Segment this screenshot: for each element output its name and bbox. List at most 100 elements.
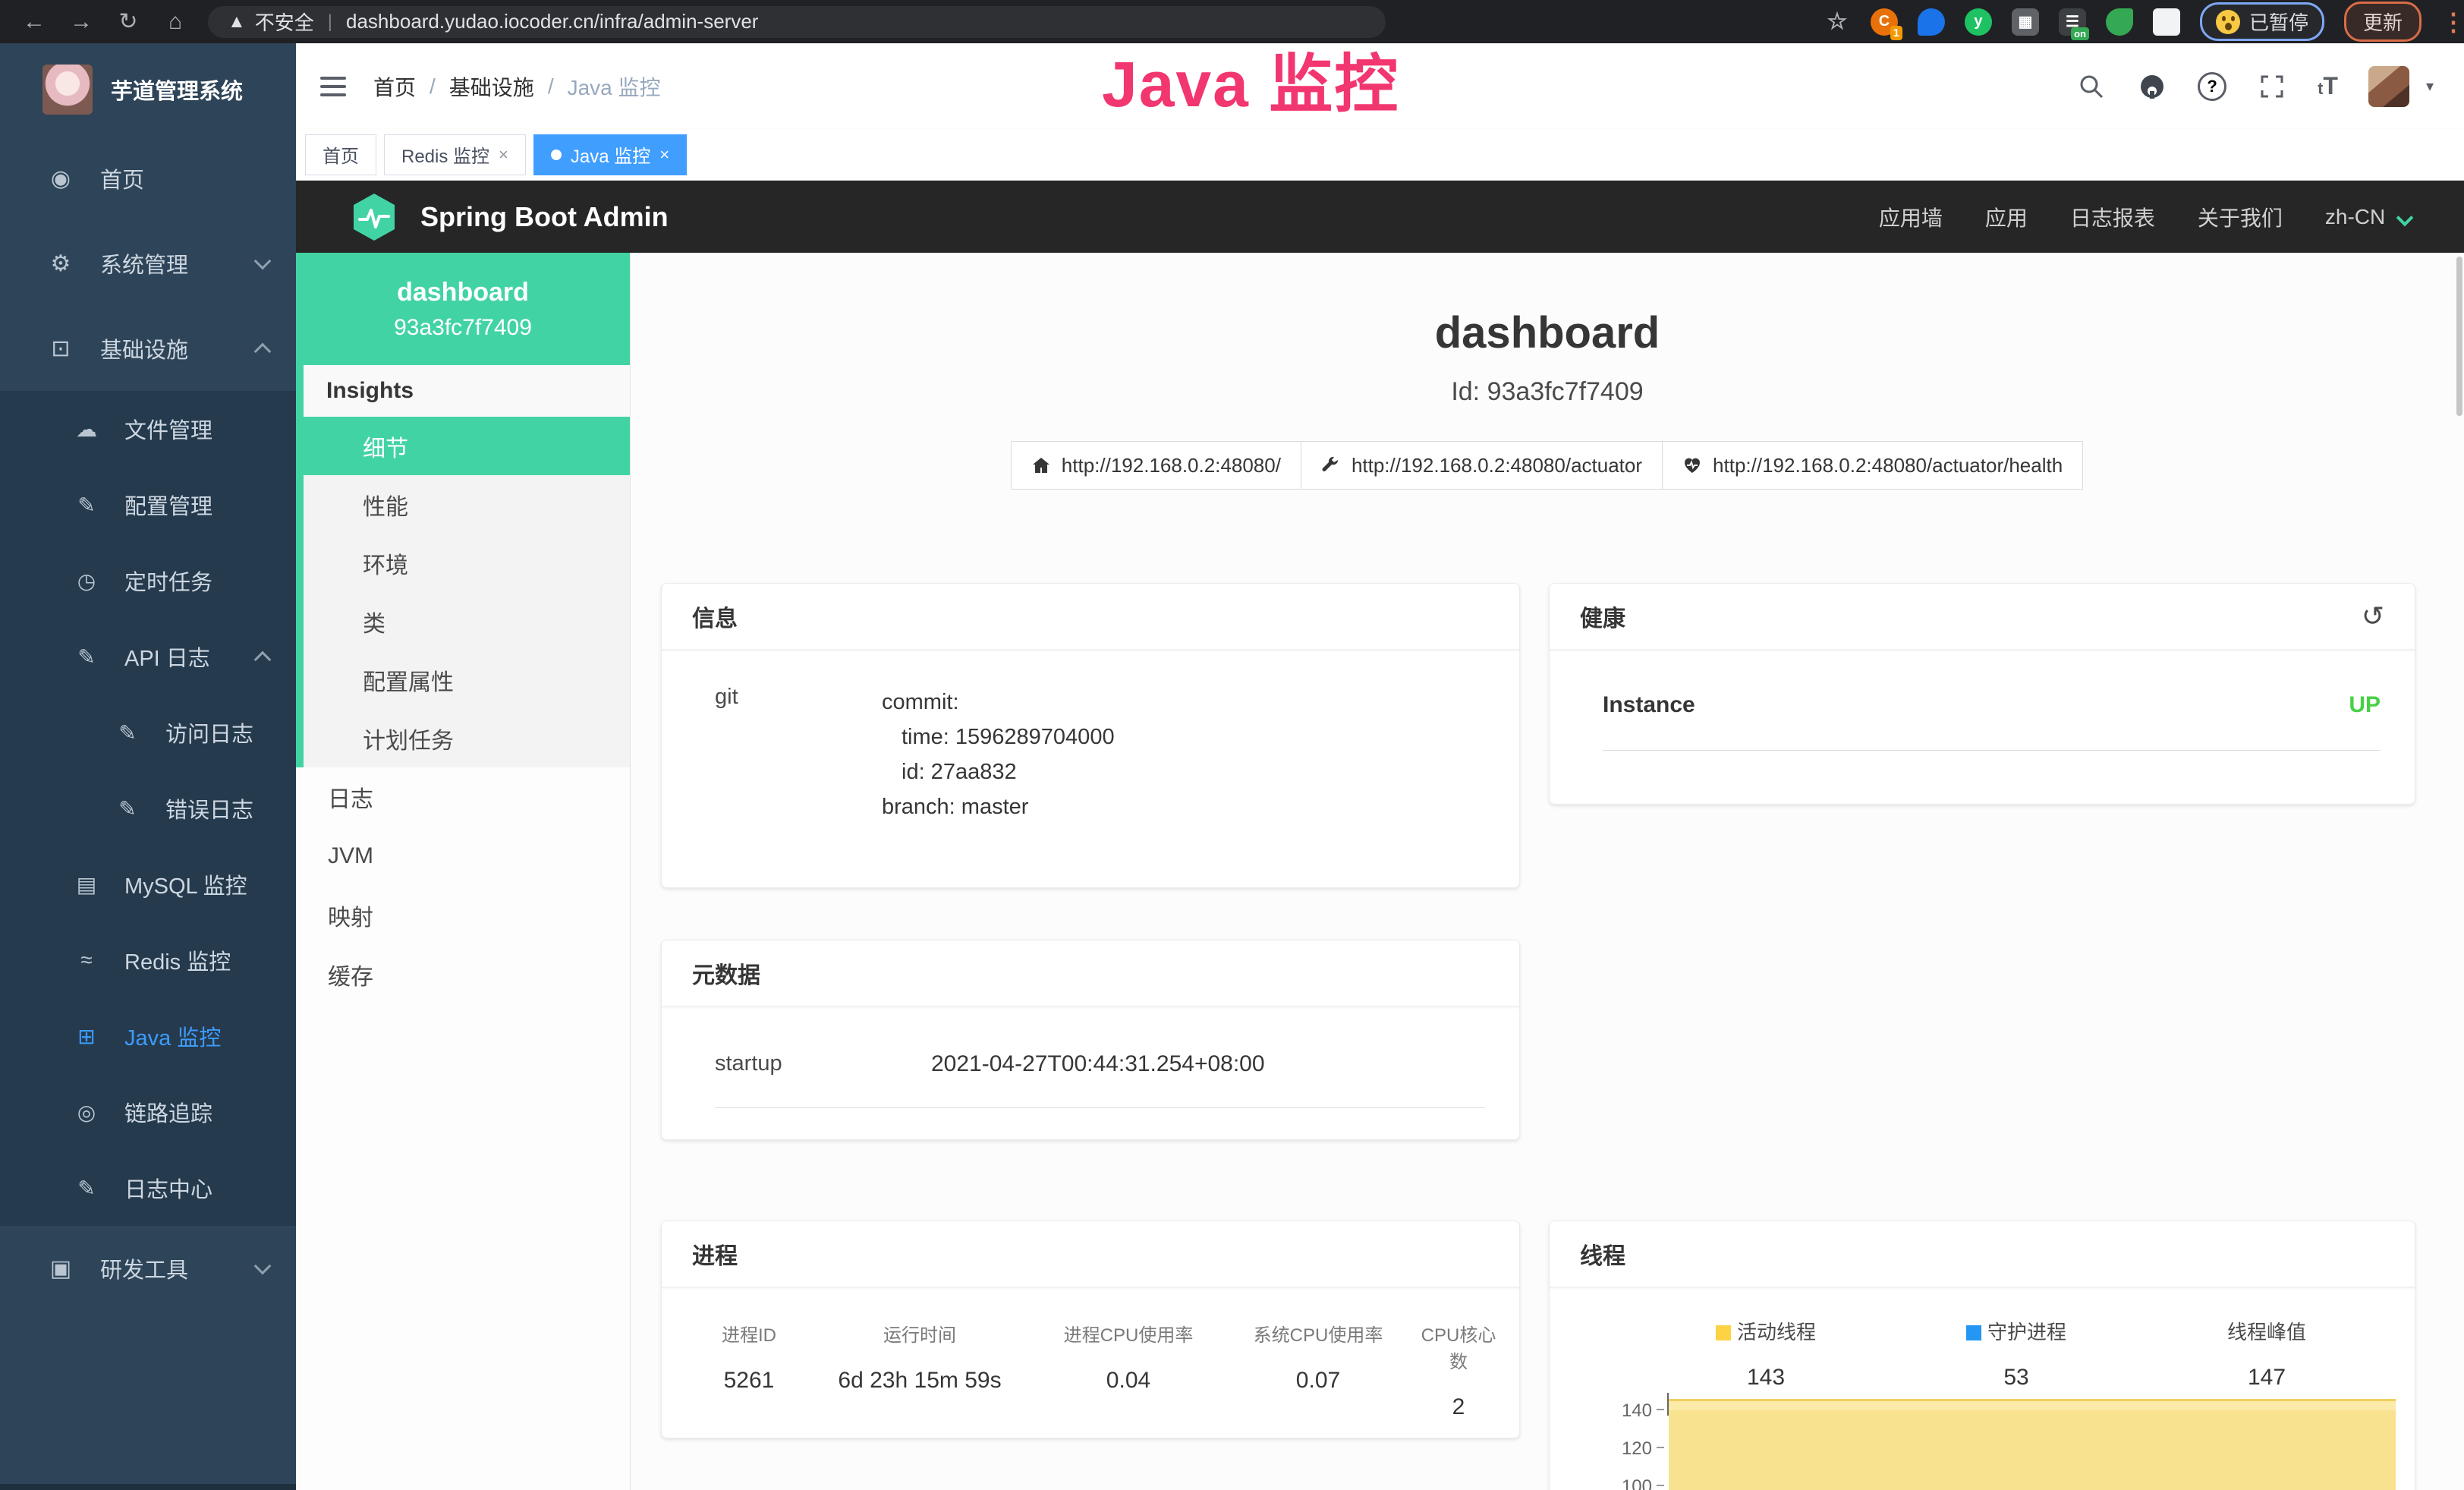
process-col-system-cpu: 系统CPU使用率 0.07 — [1223, 1320, 1413, 1420]
home-icon — [1031, 455, 1051, 475]
back-icon[interactable]: ← — [21, 9, 47, 35]
sidebar-item-api-logs[interactable]: ✎ API 日志 — [0, 619, 296, 695]
sidebar-item-scheduled-jobs[interactable]: ◷ 定时任务 — [0, 543, 296, 619]
clock-icon: ◷ — [73, 569, 100, 594]
sba-item-classes[interactable]: 类 — [304, 592, 630, 650]
screen: ← → ↻ ⌂ ▲ 不安全 | dashboard.yudao.iocoder.… — [0, 0, 2464, 1490]
sidebar-item-error-logs[interactable]: ✎ 错误日志 — [0, 770, 296, 846]
dashboard-icon: ◉ — [47, 165, 74, 192]
info-card: 信息 git commit: time: 1596289704000 id: 2… — [661, 583, 1520, 888]
actuator-url-link[interactable]: http://192.168.0.2:48080/actuator — [1301, 441, 1663, 490]
sidebar-item-file-mgmt[interactable]: ☁ 文件管理 — [0, 391, 296, 467]
sba-item-metrics[interactable]: 性能 — [304, 475, 630, 534]
sidebar-item-redis-monitor[interactable]: ≈ Redis 监控 — [0, 922, 296, 998]
sba-item-mappings[interactable]: 映射 — [296, 886, 630, 945]
help-icon[interactable]: ? — [2198, 72, 2226, 101]
reload-icon[interactable]: ↻ — [115, 8, 141, 35]
sba-item-scheduled-tasks[interactable]: 计划任务 — [304, 709, 630, 767]
sidebar-item-dev-tools[interactable]: ▣ 研发工具 — [0, 1226, 296, 1311]
sba-nav-applications[interactable]: 应用 — [1985, 202, 2028, 232]
breadcrumb-infrastructure[interactable]: 基础设施 — [449, 71, 534, 102]
tab-java-monitor[interactable]: Java 监控 × — [533, 134, 687, 175]
active-dot-icon — [551, 150, 562, 160]
page-subtitle: Id: 93a3fc7f7409 — [631, 377, 2464, 407]
url-separator: | — [328, 11, 332, 33]
history-icon[interactable]: ↺ — [2362, 600, 2384, 632]
gear-icon: ⚙ — [47, 250, 74, 277]
sba-locale-select[interactable]: zh-CN — [2325, 205, 2411, 229]
process-card: 进程 进程ID 5261 运行时间 6d 23h 15m 59s — [661, 1221, 1520, 1438]
app-sidebar: 芋道管理系统 ◉ 首页 ⚙ 系统管理 ⊡ 基础设施 ☁ 文件管理 — [0, 43, 296, 1490]
page-title: dashboard — [631, 307, 2464, 358]
sidebar-item-log-center[interactable]: ✎ 日志中心 — [0, 1150, 296, 1226]
health-row-label: Instance — [1603, 692, 1695, 718]
sidebar-toggle-icon[interactable] — [320, 77, 346, 96]
service-url-link[interactable]: http://192.168.0.2:48080/ — [1011, 441, 1301, 490]
sba-item-config-props[interactable]: 配置属性 — [304, 650, 630, 709]
sba-main: dashboard Id: 93a3fc7f7409 http://192.16… — [631, 253, 2464, 1490]
extension-c-icon[interactable]: C1 — [1871, 8, 1898, 36]
sidebar-item-infrastructure[interactable]: ⊡ 基础设施 — [0, 306, 296, 391]
browser-menu-icon[interactable]: ⋮ — [2441, 17, 2452, 27]
page-scrollbar[interactable] — [2456, 257, 2462, 416]
fullscreen-icon[interactable] — [2257, 71, 2287, 102]
sba-item-caches[interactable]: 缓存 — [296, 945, 630, 1004]
legend-live-threads: 活动线程 — [1641, 1317, 1891, 1345]
extension-sprout-icon[interactable] — [2106, 8, 2133, 36]
chevron-up-icon — [254, 651, 272, 669]
close-icon[interactable]: × — [499, 145, 508, 165]
extensions-puzzle-icon[interactable] — [2153, 8, 2180, 36]
sba-item-details[interactable]: 细节 — [296, 417, 630, 475]
live-threads-area — [1669, 1399, 2396, 1490]
sidebar-item-mysql-monitor[interactable]: ▤ MySQL 监控 — [0, 846, 296, 922]
update-button[interactable]: 更新 — [2344, 2, 2422, 42]
database-icon: ▤ — [73, 872, 100, 897]
health-url-link[interactable]: http://192.168.0.2:48080/actuator/health — [1662, 441, 2083, 490]
sidebar-item-tracing[interactable]: ◎ 链路追踪 — [0, 1074, 296, 1150]
briefcase-icon: ▣ — [47, 1255, 74, 1282]
sba-nav-about[interactable]: 关于我们 — [2198, 202, 2283, 232]
layers-icon: ≈ — [73, 948, 100, 972]
health-card-title: 健康 — [1580, 600, 1625, 633]
tab-home[interactable]: 首页 — [305, 134, 376, 175]
user-avatar[interactable] — [2368, 66, 2409, 107]
sba-item-jvm[interactable]: JVM — [296, 827, 630, 886]
insights-group: Insights 细节 性能 环境 类 配置属性 计划任务 — [296, 365, 630, 767]
sba-header: Spring Boot Admin 应用墙 应用 日志报表 关于我们 zh-CN — [296, 181, 2464, 253]
sidebar-item-config-mgmt[interactable]: ✎ 配置管理 — [0, 467, 296, 543]
url-text: dashboard.yudao.iocoder.cn/infra/admin-s… — [346, 10, 758, 33]
sba-nav-journal[interactable]: 日志报表 — [2070, 202, 2155, 232]
forward-icon[interactable]: → — [68, 9, 94, 35]
avatar-caret-icon[interactable]: ▾ — [2426, 77, 2434, 96]
extension-list-icon[interactable]: ☰on — [2059, 8, 2086, 36]
sidebar-item-access-logs[interactable]: ✎ 访问日志 — [0, 695, 296, 770]
extension-y-icon[interactable]: y — [1965, 8, 1992, 36]
health-instance-row[interactable]: Instance UP — [1603, 692, 2381, 751]
home-icon[interactable]: ⌂ — [162, 9, 188, 35]
cloud-upload-icon: ☁ — [73, 417, 100, 442]
github-icon[interactable] — [2137, 71, 2167, 102]
extension-pin-icon[interactable] — [1918, 8, 1945, 36]
breadcrumb-home[interactable]: 首页 — [373, 71, 416, 102]
monitor-icon: ⊡ — [47, 335, 74, 362]
process-col-uptime: 运行时间 6d 23h 15m 59s — [806, 1320, 1034, 1420]
sba-item-logs[interactable]: 日志 — [296, 767, 630, 827]
close-icon[interactable]: × — [659, 145, 669, 165]
search-icon[interactable] — [2076, 71, 2107, 102]
chevron-down-icon — [254, 1258, 272, 1275]
tab-redis-monitor[interactable]: Redis 监控 × — [384, 134, 526, 175]
bookmark-star-icon[interactable]: ☆ — [1824, 8, 1851, 36]
threads-card-title: 线程 — [1580, 1237, 1625, 1271]
paused-badge[interactable]: 已暂停 — [2200, 2, 2324, 41]
sidebar-item-home[interactable]: ◉ 首页 — [0, 136, 296, 221]
font-size-icon[interactable]: tT — [2318, 72, 2338, 100]
process-col-cores: CPU核心数 2 — [1413, 1320, 1504, 1420]
legend-swatch-yellow — [1716, 1325, 1731, 1340]
app-brand[interactable]: 芋道管理系统 — [0, 43, 296, 136]
sba-item-environment[interactable]: 环境 — [304, 534, 630, 592]
instance-header[interactable]: dashboard 93a3fc7f7409 — [296, 253, 630, 365]
extension-grid-icon[interactable]: ▦ — [2012, 8, 2039, 36]
sidebar-item-system-mgmt[interactable]: ⚙ 系统管理 — [0, 221, 296, 306]
sba-nav-wallboard[interactable]: 应用墙 — [1879, 202, 1943, 232]
sidebar-item-java-monitor[interactable]: ⊞ Java 监控 — [0, 998, 296, 1074]
